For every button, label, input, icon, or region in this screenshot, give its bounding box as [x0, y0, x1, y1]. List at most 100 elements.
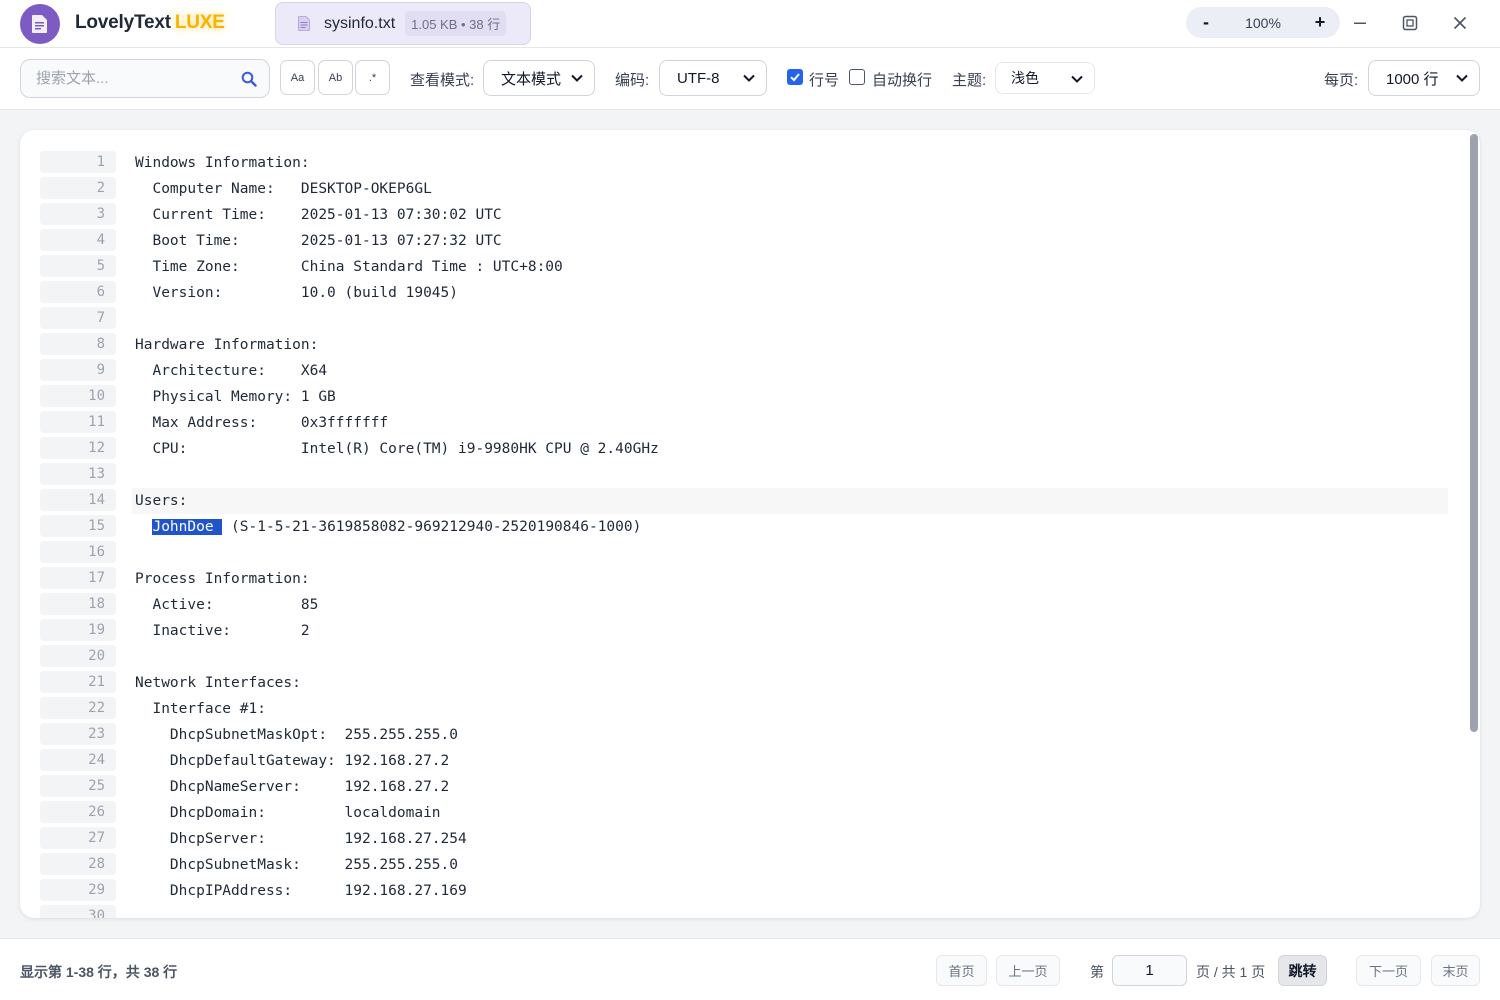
theme-select[interactable]: 浅色: [995, 62, 1095, 94]
view-mode-select[interactable]: 文本模式: [483, 60, 595, 96]
per-page-select[interactable]: 1000 行: [1368, 60, 1480, 96]
next-page-button[interactable]: 下一页: [1356, 955, 1421, 986]
line-number: 13: [40, 463, 116, 485]
line-content-area[interactable]: CPU: Intel(R) Core(TM) i9-9980HK CPU @ 2…: [132, 436, 1448, 462]
first-page-button[interactable]: 首页: [936, 955, 987, 986]
line-number: 30: [40, 905, 116, 918]
line-content-area[interactable]: DhcpNameServer: 192.168.27.2: [132, 774, 1448, 800]
line-content-area[interactable]: DhcpSubnetMaskOpt: 255.255.255.0: [132, 722, 1448, 748]
line-content-area[interactable]: Max Address: 0x3fffffff: [132, 410, 1448, 436]
line-text: DhcpDomain: localdomain: [135, 805, 441, 821]
close-button[interactable]: [1447, 10, 1473, 36]
line-numbers-label[interactable]: 行号: [809, 69, 839, 90]
line-content-area[interactable]: Network Interfaces:: [132, 670, 1448, 696]
chevron-down-icon: [1456, 74, 1468, 82]
text-line: 15 JohnDoe (S-1-5-21-3619858082-96921294…: [40, 514, 1448, 540]
line-content-area[interactable]: Time Zone: China Standard Time : UTC+8:0…: [132, 254, 1448, 280]
line-number: 2: [40, 177, 116, 199]
line-number: 20: [40, 645, 116, 667]
text-lines: 1 Windows Information: 2 Computer Name: DE…: [40, 150, 1448, 918]
search-icon[interactable]: [241, 71, 257, 87]
line-content-area[interactable]: Users:: [132, 488, 1448, 514]
line-content-area[interactable]: Inactive: 2: [132, 618, 1448, 644]
app-name-text: LovelyText: [75, 12, 171, 33]
zoom-in-button[interactable]: +: [1300, 12, 1340, 33]
file-tab[interactable]: sysinfo.txt 1.05 KB • 38 行: [275, 2, 531, 45]
encoding-select[interactable]: UTF-8: [659, 60, 767, 96]
line-text: JohnDoe (S-1-5-21-3619858082-969212940-2…: [152, 519, 642, 535]
line-content-area[interactable]: Computer Name: DESKTOP-OKEP6GL: [132, 176, 1448, 202]
theme-value: 浅色: [1011, 70, 1039, 86]
line-number: 27: [40, 827, 116, 849]
app-logo: [20, 4, 60, 44]
prev-page-button[interactable]: 上一页: [996, 955, 1060, 986]
line-text: Interface #1:: [135, 701, 266, 717]
line-text: DhcpDefaultGateway: 192.168.27.2: [135, 753, 450, 769]
minimize-icon: [1354, 22, 1366, 24]
line-number: 14: [40, 489, 116, 511]
match-case-button[interactable]: Aa: [280, 60, 315, 95]
line-number: 22: [40, 697, 116, 719]
text-viewer[interactable]: 1 Windows Information: 2 Computer Name: DE…: [20, 130, 1480, 918]
line-content-area[interactable]: Architecture: X64: [132, 358, 1448, 384]
line-content-area[interactable]: Active: 85: [132, 592, 1448, 618]
per-page-value: 1000 行: [1386, 70, 1439, 88]
line-content-area[interactable]: [132, 904, 1448, 918]
vertical-scrollbar[interactable]: [1470, 134, 1478, 732]
line-content-area[interactable]: DhcpDomain: localdomain: [132, 800, 1448, 826]
line-content-area[interactable]: Process Information:: [132, 566, 1448, 592]
text-line: 9 Architecture: X64: [40, 358, 1448, 384]
line-content-area[interactable]: [132, 306, 1448, 332]
line-content-area[interactable]: JohnDoe (S-1-5-21-3619858082-969212940-2…: [132, 514, 1448, 540]
chevron-down-icon: [1071, 75, 1083, 83]
text-line: 20: [40, 644, 1448, 670]
word-wrap-label[interactable]: 自动换行: [872, 69, 932, 90]
line-content-area[interactable]: [132, 462, 1448, 488]
line-content-area[interactable]: [132, 644, 1448, 670]
regex-button[interactable]: .*: [355, 60, 390, 95]
line-content-area[interactable]: Current Time: 2025-01-13 07:30:02 UTC: [132, 202, 1448, 228]
line-number: 10: [40, 385, 116, 407]
minimize-button[interactable]: [1347, 10, 1373, 36]
line-number: 6: [40, 281, 116, 303]
line-number: 15: [40, 515, 116, 537]
line-content-area[interactable]: DhcpSubnetMask: 255.255.255.0: [132, 852, 1448, 878]
text-line: 25 DhcpNameServer: 192.168.27.2: [40, 774, 1448, 800]
line-content-area[interactable]: Hardware Information:: [132, 332, 1448, 358]
go-to-page-button[interactable]: 跳转: [1278, 955, 1327, 986]
line-content-area[interactable]: Physical Memory: 1 GB: [132, 384, 1448, 410]
line-number: 9: [40, 359, 116, 381]
line-content-area[interactable]: Interface #1:: [132, 696, 1448, 722]
line-content-area[interactable]: Version: 10.0 (build 19045): [132, 280, 1448, 306]
last-page-button[interactable]: 末页: [1431, 955, 1480, 986]
line-number: 18: [40, 593, 116, 615]
line-text: DhcpServer: 192.168.27.254: [135, 831, 467, 847]
chevron-down-icon: [743, 74, 755, 82]
line-text: DhcpSubnetMaskOpt: 255.255.255.0: [135, 727, 459, 743]
word-wrap-checkbox[interactable]: [849, 69, 865, 85]
search-input[interactable]: [21, 60, 221, 97]
maximize-button[interactable]: [1397, 10, 1423, 36]
line-number: 26: [40, 801, 116, 823]
zoom-control: - 100% +: [1186, 7, 1340, 38]
zoom-out-button[interactable]: -: [1186, 12, 1226, 33]
line-content-area[interactable]: Windows Information:: [132, 150, 1448, 176]
line-number: 4: [40, 229, 116, 251]
whole-word-button[interactable]: Ab: [318, 60, 353, 95]
file-meta-badge: 1.05 KB • 38 行: [405, 11, 507, 36]
maximize-icon: [1402, 15, 1418, 31]
line-number: 12: [40, 437, 116, 459]
page-number-input[interactable]: [1112, 955, 1187, 986]
chevron-down-icon: [571, 74, 583, 82]
line-text: Version: 10.0 (build 19045): [135, 285, 459, 301]
text-line: 16: [40, 540, 1448, 566]
line-content-area[interactable]: DhcpServer: 192.168.27.254: [132, 826, 1448, 852]
line-text: DhcpSubnetMask: 255.255.255.0: [135, 857, 459, 873]
text-line: 17 Process Information:: [40, 566, 1448, 592]
line-content-area[interactable]: [132, 540, 1448, 566]
line-content-area[interactable]: Boot Time: 2025-01-13 07:27:32 UTC: [132, 228, 1448, 254]
line-numbers-checkbox[interactable]: [787, 69, 803, 85]
line-content-area[interactable]: DhcpIPAddress: 192.168.27.169: [132, 878, 1448, 904]
line-content-area[interactable]: DhcpDefaultGateway: 192.168.27.2: [132, 748, 1448, 774]
view-mode-value: 文本模式: [501, 70, 562, 88]
